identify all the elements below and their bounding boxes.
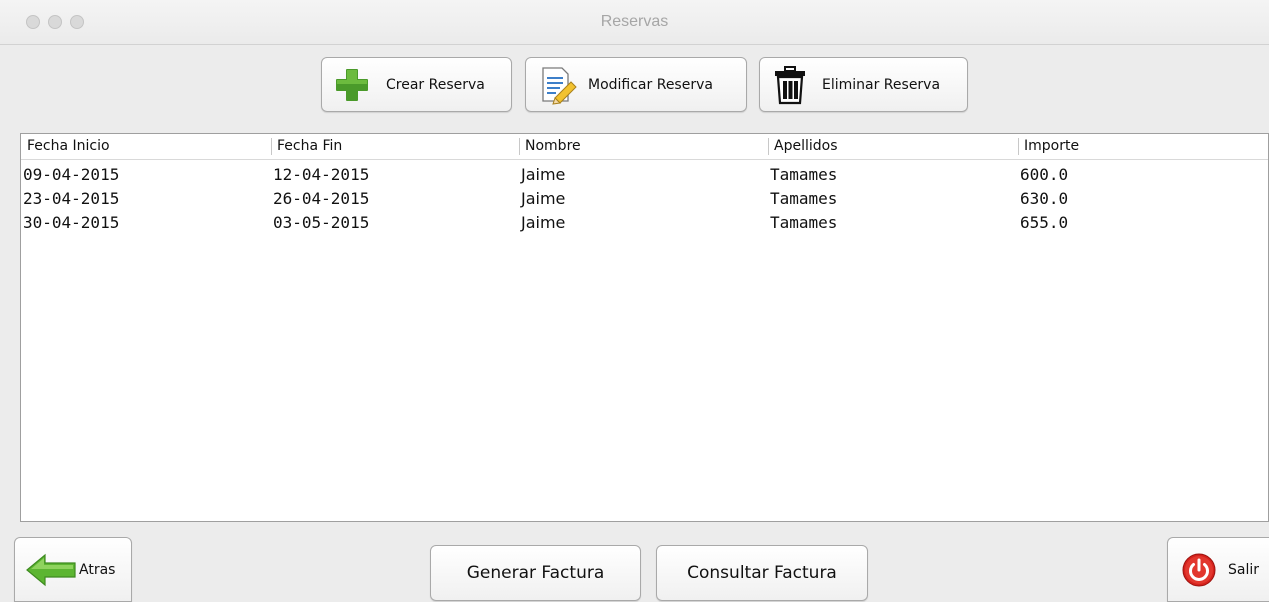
- cell-fecha-inicio: 30-04-2015: [23, 213, 120, 232]
- delete-reservation-label: Eliminar Reserva: [822, 76, 941, 93]
- cell-fecha-fin: 12-04-2015: [273, 165, 370, 184]
- window-titlebar: Reservas: [0, 0, 1269, 45]
- column-header-apellidos[interactable]: Apellidos: [768, 138, 1018, 155]
- power-icon: [1182, 553, 1216, 587]
- trash-icon: [772, 65, 808, 105]
- generate-invoice-label: Generar Factura: [466, 563, 605, 583]
- table-row[interactable]: 30-04-2015 03-05-2015 Jaime Tamames 655.…: [21, 210, 1268, 235]
- column-header-fecha-inicio[interactable]: Fecha Inicio: [21, 138, 271, 155]
- create-reservation-button[interactable]: Crear Reserva: [321, 57, 512, 112]
- cell-nombre: Jaime: [521, 165, 566, 184]
- cell-apellidos: Tamames: [770, 165, 838, 184]
- modify-reservation-button[interactable]: Modificar Reserva: [525, 57, 747, 112]
- cell-nombre: Jaime: [521, 189, 566, 208]
- cell-fecha-fin: 03-05-2015: [273, 213, 370, 232]
- table-row[interactable]: 23-04-2015 26-04-2015 Jaime Tamames 630.…: [21, 186, 1268, 211]
- cell-importe: 630.0: [1020, 189, 1069, 208]
- cell-fecha-inicio: 09-04-2015: [23, 165, 120, 184]
- window-title: Reservas: [600, 13, 669, 30]
- delete-reservation-button[interactable]: Eliminar Reserva: [759, 57, 968, 112]
- plus-icon: [334, 67, 370, 103]
- column-header-fecha-fin[interactable]: Fecha Fin: [271, 138, 519, 155]
- modify-reservation-label: Modificar Reserva: [588, 76, 713, 93]
- create-reservation-label: Crear Reserva: [386, 76, 485, 93]
- cell-importe: 655.0: [1020, 213, 1069, 232]
- cell-fecha-inicio: 23-04-2015: [23, 189, 120, 208]
- cell-apellidos: Tamames: [770, 189, 838, 208]
- back-arrow-icon: [25, 553, 77, 587]
- consult-invoice-label: Consultar Factura: [687, 563, 837, 583]
- cell-apellidos: Tamames: [770, 213, 838, 232]
- generate-invoice-button[interactable]: Generar Factura: [430, 545, 641, 601]
- cell-importe: 600.0: [1020, 165, 1069, 184]
- column-header-importe[interactable]: Importe: [1018, 138, 1266, 155]
- table-header: Fecha Inicio Fecha Fin Nombre Apellidos …: [21, 134, 1268, 160]
- column-header-nombre[interactable]: Nombre: [519, 138, 768, 155]
- cell-nombre: Jaime: [521, 213, 566, 232]
- cell-fecha-fin: 26-04-2015: [273, 189, 370, 208]
- edit-document-icon: [538, 65, 578, 105]
- consult-invoice-button[interactable]: Consultar Factura: [656, 545, 868, 601]
- exit-label: Salir: [1228, 561, 1260, 578]
- exit-button[interactable]: Salir: [1167, 537, 1269, 602]
- table-row[interactable]: 09-04-2015 12-04-2015 Jaime Tamames 600.…: [21, 162, 1268, 187]
- reservations-table[interactable]: Fecha Inicio Fecha Fin Nombre Apellidos …: [20, 133, 1269, 522]
- back-button[interactable]: Atras: [14, 537, 132, 602]
- back-label: Atras: [79, 561, 116, 578]
